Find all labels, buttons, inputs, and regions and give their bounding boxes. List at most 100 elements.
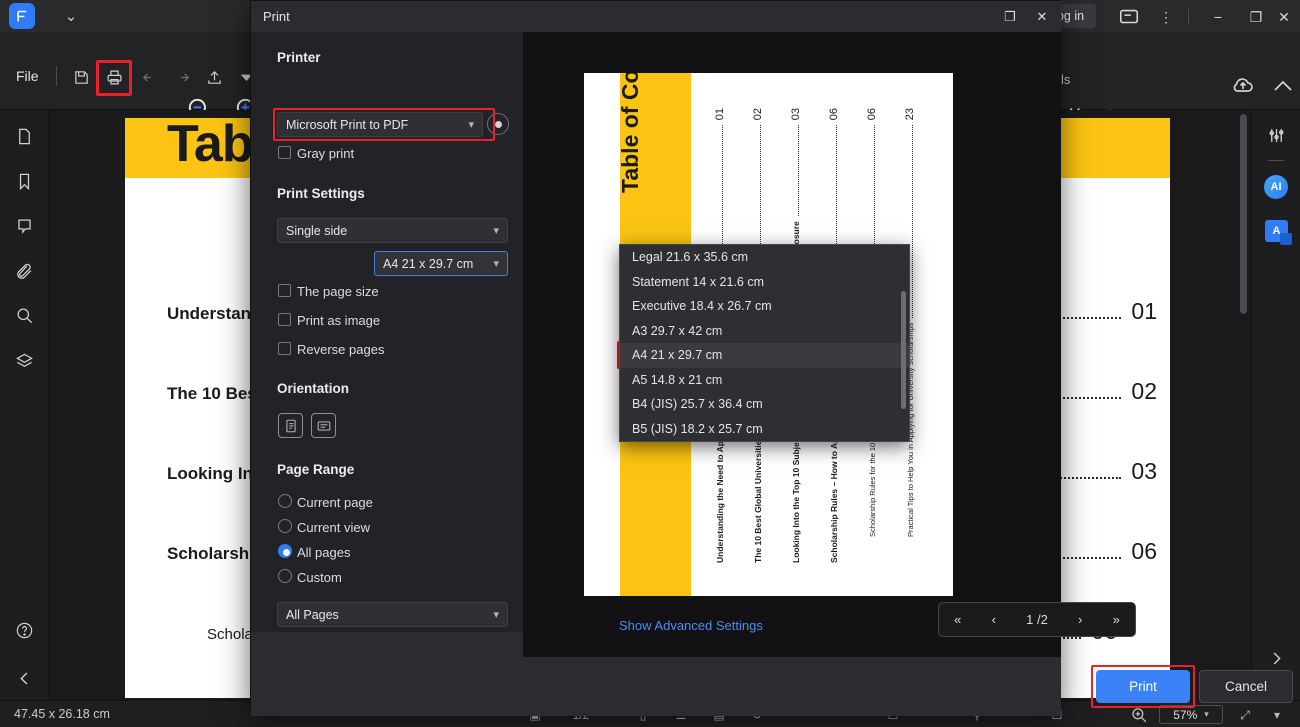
print-settings-panel: Printer Microsoft Print to PDF ▾ Gray pr… [251, 32, 718, 632]
paper-size-option[interactable]: A4 21 x 29.7 cm [620, 343, 909, 368]
zoom-level-select[interactable]: 57% ▾ [1159, 705, 1223, 724]
close-icon[interactable]: ✕ [1031, 7, 1053, 27]
chevron-down-icon: ▾ [468, 119, 474, 131]
print-button-highlight [96, 60, 132, 96]
paper-size-option[interactable]: A5 14.8 x 21 cm [620, 368, 909, 393]
prev-page-icon[interactable]: ‹ [992, 612, 996, 627]
print-option-label: The page size [297, 284, 379, 299]
canvas-scrollbar[interactable] [1240, 114, 1247, 314]
app-logo-icon [9, 3, 35, 29]
undo-icon[interactable] [137, 65, 161, 89]
preview-pager[interactable]: « ‹ 1 /2 › » [938, 602, 1136, 637]
kebab-menu-icon[interactable]: ⋮ [1155, 6, 1177, 28]
print-option-label: Print as image [297, 313, 381, 328]
toolbar-divider [56, 66, 57, 86]
preview-page-number: 06 [828, 108, 840, 121]
fit-page-icon[interactable]: ⤢ [1236, 706, 1254, 724]
page-indicator: 1 /2 [1026, 612, 1048, 627]
zoom-in-icon[interactable] [1130, 706, 1148, 724]
paper-size-dropdown[interactable]: Legal 21.6 x 35.6 cm Statement 14 x 21.6 … [619, 244, 910, 442]
preview-toc-row: Practical Tips to Help You in Applying f… [904, 73, 953, 537]
page-range-radio[interactable] [278, 569, 292, 583]
paper-size-value: A4 21 x 29.7 cm [383, 256, 474, 271]
comment-icon[interactable] [11, 213, 37, 239]
last-page-icon[interactable]: » [1113, 612, 1120, 627]
page-range-radio[interactable] [278, 494, 292, 508]
preview-page-number: 02 [752, 108, 764, 121]
toc-page-number: 06 [1131, 538, 1157, 564]
chevron-right-icon[interactable] [1263, 645, 1289, 671]
first-page-icon[interactable]: « [954, 612, 961, 627]
page-dimensions-label: 47.45 x 26.18 cm [14, 707, 110, 721]
paper-size-option[interactable]: Legal 21.6 x 35.6 cm [620, 245, 909, 270]
print-dialog: Print ❐ ✕ Printer Microsoft Print to PDF… [250, 0, 1293, 716]
minimize-icon[interactable]: − [1207, 6, 1229, 28]
print-settings-heading: Print Settings [277, 186, 365, 201]
preview-page-number: 06 [866, 108, 878, 121]
toc-page-number: 03 [1131, 458, 1157, 484]
orientation-heading: Orientation [277, 381, 350, 396]
paper-size-option[interactable]: B5 (JIS) 18.2 x 25.7 cm [620, 417, 909, 442]
file-menu-button[interactable]: File [16, 68, 39, 84]
restore-icon[interactable]: ❐ [999, 7, 1021, 27]
print-option-checkbox[interactable] [278, 342, 291, 355]
feedback-icon[interactable] [1118, 6, 1140, 28]
collapse-ribbon-icon[interactable] [1271, 74, 1295, 98]
paper-size-option[interactable]: Statement 14 x 21.6 cm [620, 270, 909, 295]
attachment-icon[interactable] [11, 258, 37, 284]
paper-size-option[interactable]: Executive 18.4 x 26.7 cm [620, 294, 909, 319]
dropdown-scrollbar[interactable] [901, 291, 906, 409]
chevron-double-down-icon[interactable]: ⌄ [60, 6, 82, 28]
redo-icon[interactable] [170, 65, 194, 89]
chevron-down-icon: ▾ [493, 225, 499, 237]
bookmark-icon[interactable] [11, 168, 37, 194]
gray-print-checkbox[interactable] [278, 146, 291, 159]
print-dialog-footer: Show Advanced Settings [251, 618, 1061, 716]
print-option-label: Reverse pages [297, 342, 385, 357]
portrait-orientation-icon[interactable] [278, 413, 303, 438]
page-range-label: Current page [297, 495, 373, 510]
restore-icon[interactable]: ❐ [1245, 6, 1267, 28]
page-thumbnails-icon[interactable] [11, 123, 37, 149]
chevron-left-icon[interactable] [11, 665, 37, 691]
gray-print-label: Gray print [297, 146, 355, 161]
print-dialog-title: Print [263, 9, 290, 24]
preview-page-title: Table of Contents [617, 73, 643, 193]
landscape-orientation-icon[interactable] [311, 413, 336, 438]
page-subset-select[interactable]: All Pages ▾ [277, 602, 508, 627]
next-page-icon[interactable]: › [1078, 612, 1082, 627]
cancel-button[interactable]: Cancel [1199, 670, 1293, 703]
view-options-icon[interactable]: ▾ [1268, 706, 1286, 724]
print-option-checkbox[interactable] [278, 284, 291, 297]
page-range-radio[interactable] [278, 544, 292, 558]
layers-icon[interactable] [11, 348, 37, 374]
paper-size-select[interactable]: A4 21 x 29.7 cm ▾ [374, 251, 508, 276]
share-icon[interactable] [202, 65, 226, 89]
preview-leader-dots [912, 125, 913, 318]
duplex-select[interactable]: Single side ▾ [277, 218, 508, 243]
help-circle-icon[interactable] [11, 617, 37, 643]
printer-select[interactable]: Microsoft Print to PDF ▾ [277, 112, 483, 137]
page-range-radio[interactable] [278, 519, 292, 533]
ai-assistant-badge[interactable]: AI [1264, 175, 1288, 199]
search-icon[interactable] [11, 302, 37, 328]
rail-divider [1268, 160, 1284, 161]
printer-heading: Printer [277, 50, 321, 65]
paper-size-option[interactable]: A3 29.7 x 42 cm [620, 319, 909, 344]
page-subset-value: All Pages [286, 607, 339, 622]
print-option-checkbox[interactable] [278, 313, 291, 326]
zoom-level-value: 57% [1173, 707, 1198, 722]
sliders-icon[interactable] [1263, 122, 1289, 148]
save-icon[interactable] [69, 65, 93, 89]
page-range-label: Custom [297, 570, 342, 585]
chevron-down-icon: ▾ [1204, 709, 1209, 719]
print-dialog-titlebar: Print ❐ ✕ [251, 1, 1061, 32]
paper-size-option[interactable]: B4 (JIS) 25.7 x 36.4 cm [620, 392, 909, 417]
translate-badge[interactable]: A [1265, 220, 1292, 245]
print-button[interactable]: Print [1096, 670, 1190, 703]
cloud-upload-icon[interactable] [1231, 74, 1255, 98]
close-icon[interactable]: ✕ [1273, 6, 1295, 28]
printer-properties-icon[interactable] [487, 113, 509, 135]
show-advanced-settings-link[interactable]: Show Advanced Settings [619, 618, 763, 633]
titlebar-divider [1188, 9, 1189, 24]
